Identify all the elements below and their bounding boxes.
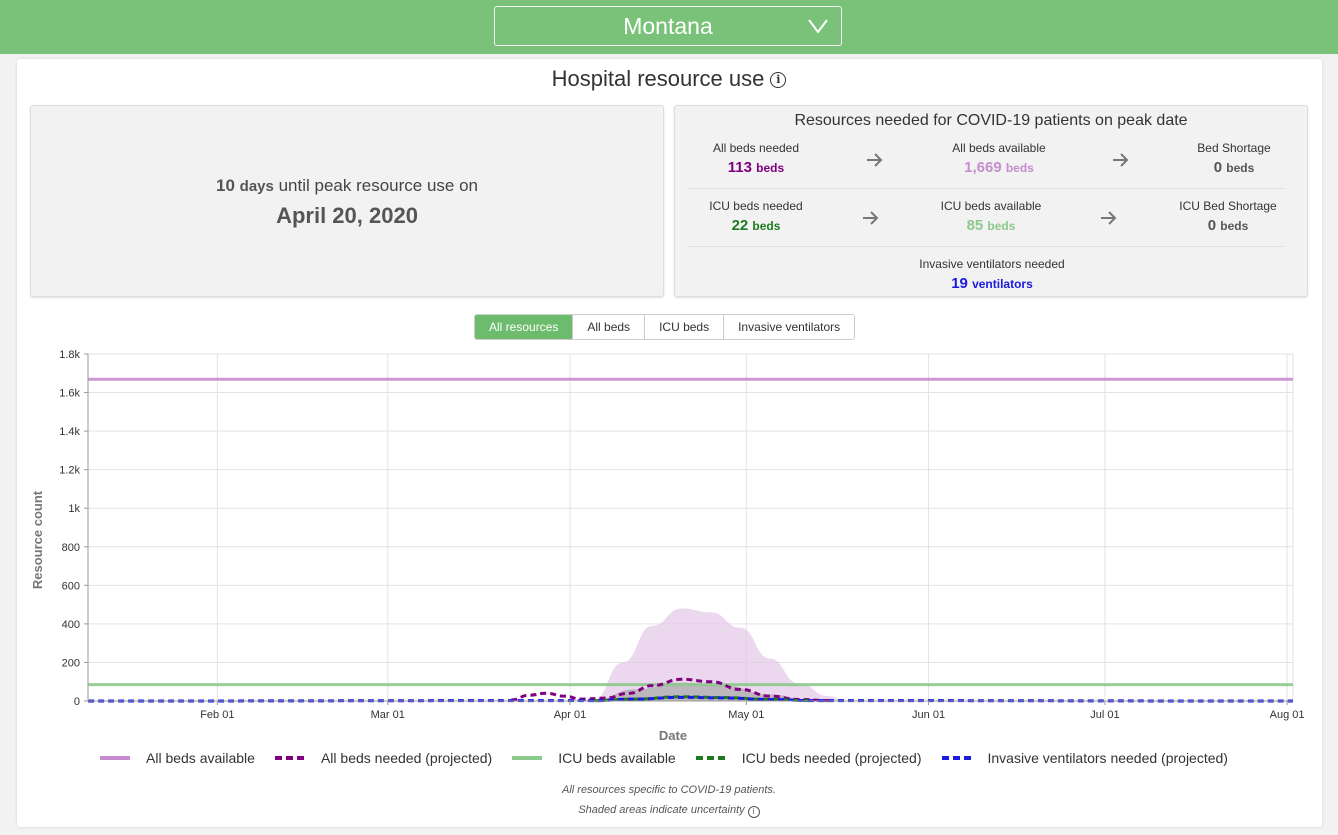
legend-label: Invasive ventilators needed (projected)	[987, 750, 1228, 766]
y-tick-label: 1.4k	[59, 426, 80, 438]
footnote-text: Shaded areas indicate uncertainty	[578, 804, 745, 816]
resource-chart: 0 200 400 600 800 1k 1.2k 1.4k 1.6k 1.8k Feb 01 Mar…	[30, 349, 1305, 743]
legend-label: ICU beds needed (projected)	[741, 750, 922, 766]
x-tick-label: Jun 01	[912, 709, 945, 721]
footnote-text: All resources specific to COVID-19 patie…	[562, 784, 776, 796]
y-tick-label: 400	[62, 619, 80, 631]
legend-label: All beds needed (projected)	[320, 750, 493, 766]
y-tick-label: 800	[62, 542, 80, 554]
footnote-resources: All resources specific to COVID-19 patie…	[0, 784, 1338, 796]
info-icon[interactable]: i	[747, 806, 760, 818]
legend-label: ICU beds available	[558, 750, 676, 766]
y-tick-label: 1.8k	[59, 349, 80, 361]
legend-swatch	[941, 756, 972, 760]
legend-item[interactable]: ICU beds needed (projected)	[695, 750, 922, 766]
y-tick-label: 1.6k	[59, 388, 80, 400]
legend-swatch	[695, 756, 726, 760]
y-axis-label: Resource count	[30, 490, 45, 589]
x-tick-label: Aug 01	[1270, 709, 1305, 721]
legend-swatch	[274, 756, 305, 760]
x-tick-label: Apr 01	[554, 709, 586, 721]
footnote-uncertainty: Shaded areas indicate uncertainty i	[0, 804, 1338, 818]
legend-swatch	[100, 756, 130, 760]
x-tick-label: Jul 01	[1090, 709, 1119, 721]
legend-label: All beds available	[146, 750, 255, 766]
legend-item[interactable]: All beds needed (projected)	[274, 750, 493, 766]
x-tick-label: May 01	[728, 709, 764, 721]
y-tick-label: 600	[62, 580, 80, 592]
legend-item[interactable]: Invasive ventilators needed (projected)	[941, 750, 1228, 766]
y-tick-label: 0	[74, 696, 80, 708]
legend-item[interactable]: ICU beds available	[512, 750, 676, 766]
legend-swatch	[512, 756, 543, 760]
x-tick-label: Mar 01	[371, 709, 405, 721]
uncertainty-bands	[593, 608, 847, 701]
y-tick-label: 1.2k	[59, 465, 80, 477]
legend-item[interactable]: All beds available	[100, 750, 255, 766]
x-tick-label: Feb 01	[200, 709, 234, 721]
chart-legend: All beds available All beds needed (proj…	[100, 750, 1300, 766]
y-tick-label: 1k	[68, 503, 80, 515]
y-tick-label: 200	[62, 657, 80, 669]
x-axis-label: Date	[659, 728, 687, 743]
